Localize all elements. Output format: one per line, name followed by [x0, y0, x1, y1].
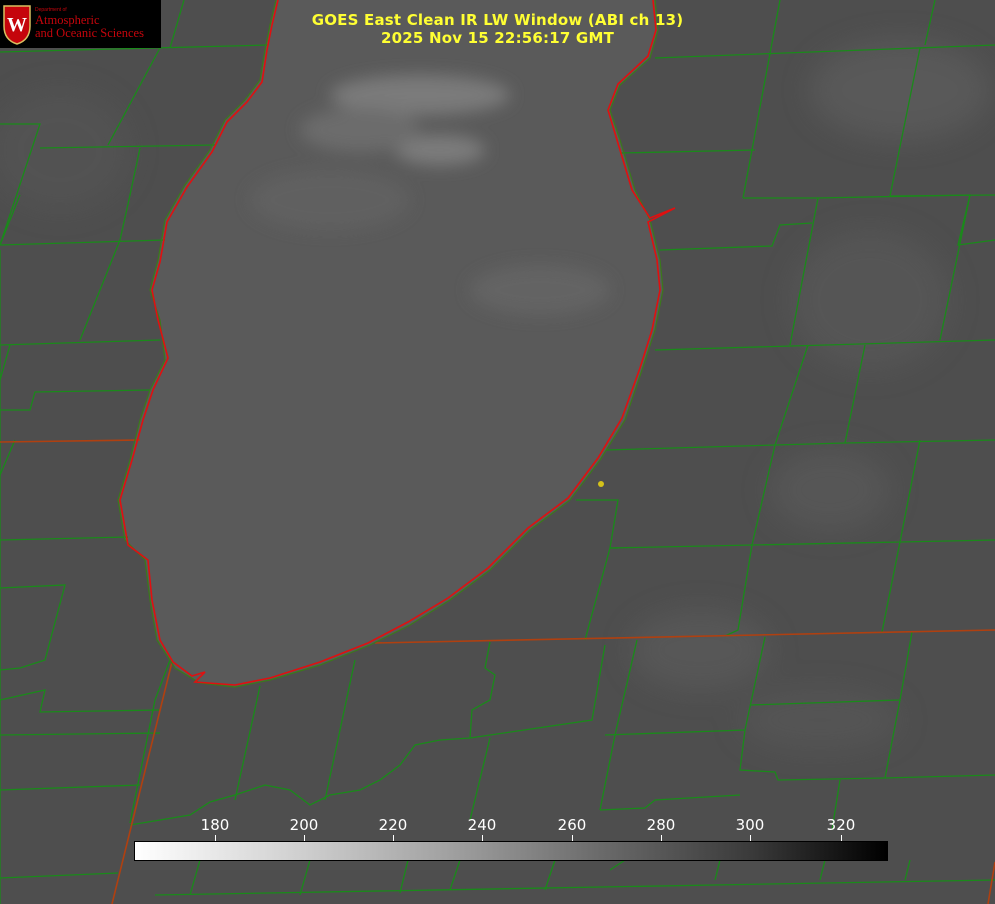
- colorbar-tick-label: 260: [557, 816, 587, 834]
- colorbar-tick-mark: [572, 835, 573, 841]
- map-canvas: [0, 0, 995, 904]
- satellite-image-view: W Department of Atmospheric and Oceanic …: [0, 0, 995, 904]
- title-line2: 2025 Nov 15 22:56:17 GMT: [380, 29, 615, 47]
- university-logo: W Department of Atmospheric and Oceanic …: [0, 0, 161, 48]
- image-title: GOES East Clean IR LW Window (ABI ch 13)…: [230, 11, 765, 47]
- colorbar-gradient: [134, 841, 888, 861]
- colorbar-tick-label: 220: [378, 816, 408, 834]
- colorbar-tick-mark: [393, 835, 394, 841]
- colorbar-tick-mark: [661, 835, 662, 841]
- colorbar-tick-label: 180: [200, 816, 230, 834]
- colorbar-tick-label: 200: [289, 816, 319, 834]
- colorbar-tick-label: 240: [467, 816, 497, 834]
- crest-icon: W: [3, 5, 31, 45]
- colorbar-tick-label: 320: [826, 816, 856, 834]
- logo-line1: Atmospheric: [35, 12, 100, 27]
- colorbar-tick-label: 280: [646, 816, 676, 834]
- logo-line2: and Oceanic Sciences: [35, 25, 144, 40]
- title-line1: GOES East Clean IR LW Window (ABI ch 13): [311, 11, 684, 29]
- colorbar-tick-mark: [304, 835, 305, 841]
- colorbar-tick-mark: [841, 835, 842, 841]
- colorbar-tick-mark: [482, 835, 483, 841]
- location-marker: [598, 481, 604, 487]
- colorbar-tick-label: 300: [735, 816, 765, 834]
- svg-text:W: W: [7, 14, 27, 36]
- colorbar-tick-mark: [750, 835, 751, 841]
- colorbar-tick-mark: [215, 835, 216, 841]
